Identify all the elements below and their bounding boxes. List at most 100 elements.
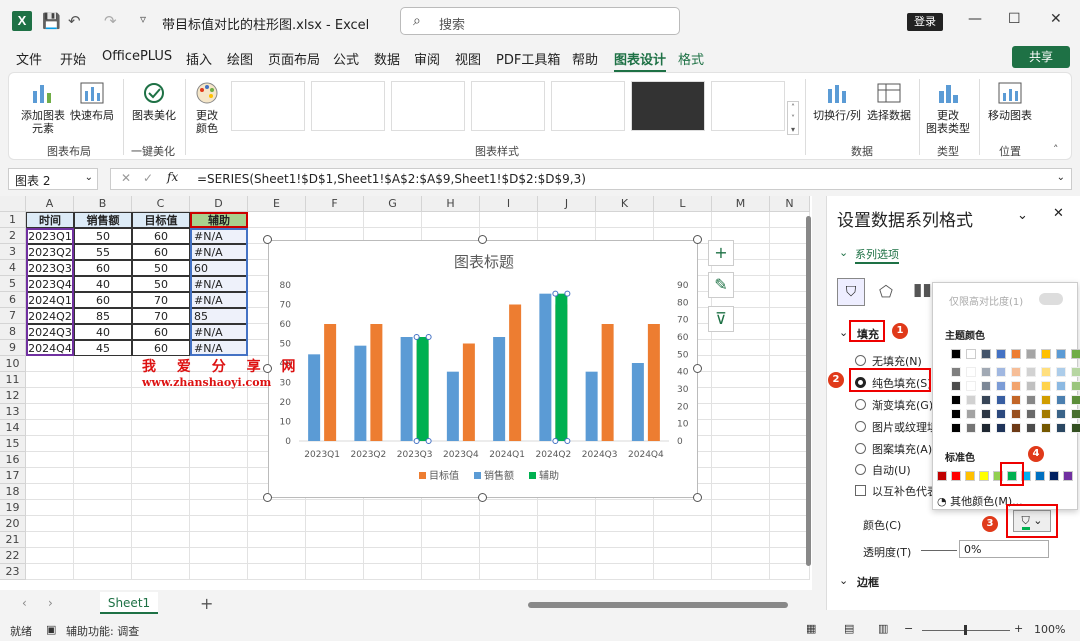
grid-cell[interactable]: [770, 212, 810, 228]
row-header[interactable]: 9: [0, 340, 26, 356]
table-header-cell[interactable]: 销售额: [74, 212, 132, 228]
chart-title[interactable]: 图表标题: [454, 253, 514, 271]
theme-shade-swatch[interactable]: [981, 409, 991, 419]
grid-cell[interactable]: [770, 340, 810, 356]
select-data-button[interactable]: 选择数据: [865, 81, 913, 122]
grid-cell[interactable]: [26, 468, 74, 484]
menu-help[interactable]: 帮助: [572, 49, 598, 68]
grid-cell[interactable]: [422, 516, 480, 532]
grid-cell[interactable]: [74, 484, 132, 500]
styles-scroll-button[interactable]: ˄ ˅ ▾: [787, 101, 799, 135]
resize-handle[interactable]: [263, 235, 272, 244]
pattern-fill-radio[interactable]: [855, 443, 866, 454]
undo-icon[interactable]: ↶: [68, 12, 81, 30]
grid-cell[interactable]: [712, 436, 770, 452]
grid-cell[interactable]: [364, 564, 422, 580]
grid-cell[interactable]: [190, 468, 248, 484]
grid-cell[interactable]: [480, 564, 538, 580]
grid-cell[interactable]: [26, 564, 74, 580]
chart-style-thumb-2[interactable]: [311, 81, 385, 131]
grid-cell[interactable]: [26, 452, 74, 468]
selection-point[interactable]: [564, 438, 571, 444]
bar-target[interactable]: [324, 324, 337, 441]
zoom-in-icon[interactable]: +: [1014, 622, 1023, 635]
chart-style-thumb-7[interactable]: [711, 81, 785, 131]
name-box[interactable]: 图表 2 ⌄: [8, 168, 98, 190]
row-header[interactable]: 13: [0, 404, 26, 420]
chart-style-thumb-3[interactable]: [391, 81, 465, 131]
grid-cell[interactable]: [132, 404, 190, 420]
grid-cell[interactable]: [422, 548, 480, 564]
chart-object[interactable]: 图表标题 0 10 20 30 40 50 60 70 80 0 10 20 30 40 50 60 70 80 90…: [268, 240, 698, 498]
accessibility-status[interactable]: 辅助功能: 调查: [66, 623, 139, 639]
theme-color-swatch[interactable]: [951, 349, 961, 359]
table-cell[interactable]: 60: [132, 340, 190, 356]
grid-cell[interactable]: [190, 516, 248, 532]
theme-shade-swatch[interactable]: [1071, 409, 1080, 419]
grid-cell[interactable]: [770, 452, 810, 468]
close-window-icon[interactable]: ✕: [1050, 11, 1062, 27]
table-cell[interactable]: 40: [74, 276, 132, 292]
table-header-cell[interactable]: 目标值: [132, 212, 190, 228]
grid-cell[interactable]: [248, 500, 306, 516]
resize-handle[interactable]: [263, 493, 272, 502]
selection-point[interactable]: [425, 438, 432, 444]
theme-color-swatch[interactable]: [1056, 349, 1066, 359]
pane-options-dropdown-icon[interactable]: ⌄: [1017, 208, 1028, 223]
theme-shade-swatch[interactable]: [1011, 367, 1021, 377]
theme-color-swatch[interactable]: [1041, 349, 1051, 359]
grid-cell[interactable]: [596, 500, 654, 516]
grid-cell[interactable]: [712, 500, 770, 516]
grid-cell[interactable]: [770, 404, 810, 420]
grid-cell[interactable]: [132, 564, 190, 580]
grid-cell[interactable]: [596, 532, 654, 548]
theme-shade-swatch[interactable]: [951, 395, 961, 405]
grid-cell[interactable]: [26, 516, 74, 532]
theme-shade-swatch[interactable]: [1011, 381, 1021, 391]
series-options-chevron-icon[interactable]: ⌄: [839, 246, 848, 259]
formula-area[interactable]: ✕ ✓ fx =SERIES(Sheet1!$D$1,Sheet1!$A$2:$…: [110, 168, 1072, 190]
row-header[interactable]: 21: [0, 532, 26, 548]
theme-shade-swatch[interactable]: [996, 395, 1006, 405]
theme-shade-swatch[interactable]: [1041, 367, 1051, 377]
grid-cell[interactable]: [712, 532, 770, 548]
column-header[interactable]: M: [712, 196, 770, 212]
theme-shade-swatch[interactable]: [966, 381, 976, 391]
theme-shade-swatch[interactable]: [996, 381, 1006, 391]
row-header[interactable]: 2: [0, 228, 26, 244]
grid-cell[interactable]: [26, 484, 74, 500]
table-cell[interactable]: 50: [132, 276, 190, 292]
theme-shade-swatch[interactable]: [966, 367, 976, 377]
selection-point[interactable]: [564, 290, 571, 297]
legend-label[interactable]: 销售额: [484, 469, 514, 482]
theme-shade-swatch[interactable]: [996, 423, 1006, 433]
column-header[interactable]: A: [26, 196, 74, 212]
series-options-tab[interactable]: 系列选项: [855, 246, 899, 264]
row-header[interactable]: 19: [0, 500, 26, 516]
grid-cell[interactable]: [538, 548, 596, 564]
grid-cell[interactable]: [132, 452, 190, 468]
row-header[interactable]: 15: [0, 436, 26, 452]
border-section-label[interactable]: 边框: [857, 574, 879, 590]
grid-cell[interactable]: [422, 500, 480, 516]
pattern-fill-option[interactable]: 图案填充(A): [855, 441, 932, 457]
grid-cell[interactable]: [770, 548, 810, 564]
grid-cell[interactable]: [770, 500, 810, 516]
grid-cell[interactable]: [306, 564, 364, 580]
column-header[interactable]: D: [190, 196, 248, 212]
menu-review[interactable]: 审阅: [414, 49, 440, 68]
grid-cell[interactable]: [190, 500, 248, 516]
theme-shade-swatch[interactable]: [1011, 409, 1021, 419]
table-cell[interactable]: 55: [74, 244, 132, 260]
theme-shade-swatch[interactable]: [1041, 395, 1051, 405]
grid-cell[interactable]: [770, 292, 810, 308]
grid-cell[interactable]: [306, 532, 364, 548]
grid-cell[interactable]: [248, 516, 306, 532]
theme-shade-swatch[interactable]: [1071, 367, 1080, 377]
bar-target[interactable]: [462, 343, 475, 442]
theme-color-swatch[interactable]: [981, 349, 991, 359]
table-cell[interactable]: 45: [74, 340, 132, 356]
high-contrast-toggle[interactable]: [1039, 293, 1063, 305]
grid-cell[interactable]: [26, 372, 74, 388]
bar-sales[interactable]: [354, 345, 367, 441]
